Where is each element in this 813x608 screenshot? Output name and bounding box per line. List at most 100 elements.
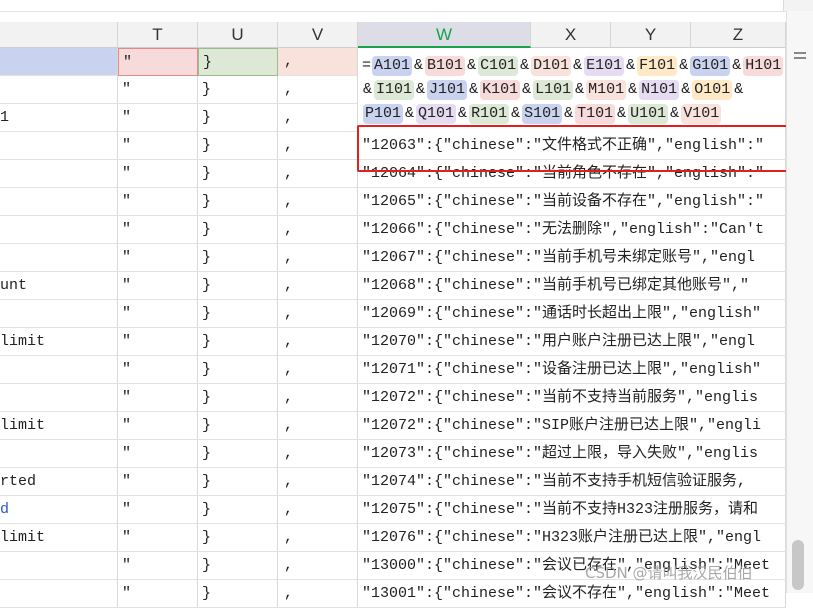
cell-t[interactable]: " xyxy=(118,524,198,552)
column-header-z[interactable]: Z xyxy=(691,22,786,48)
column-header-y[interactable]: Y xyxy=(611,22,691,48)
cell-s[interactable] xyxy=(0,580,118,608)
cell-s[interactable]: d xyxy=(0,496,118,524)
cell-s[interactable] xyxy=(0,244,118,272)
cell-u[interactable]: } xyxy=(198,76,278,104)
cell-v[interactable]: , xyxy=(278,244,358,272)
cell-t[interactable]: " xyxy=(118,412,198,440)
cell-w[interactable]: "12072":{"chinese":"当前不支持当前服务","englis xyxy=(358,384,786,412)
column-header-u[interactable]: U xyxy=(198,22,278,48)
cell-s[interactable] xyxy=(0,48,118,76)
cell-s[interactable] xyxy=(0,356,118,384)
cell-w[interactable]: "12074":{"chinese":"当前不支持手机短信验证服务, xyxy=(358,468,786,496)
cell-s[interactable]: limit xyxy=(0,328,118,356)
cell-w[interactable]: "12073":{"chinese":"超过上限，导入失败","englis xyxy=(358,440,786,468)
cell-v[interactable]: , xyxy=(278,440,358,468)
cell-w[interactable]: "12072":{"chinese":"SIP账户注册已达上限","engli xyxy=(358,412,786,440)
cell-w[interactable]: "12076":{"chinese":"H323账户注册已达上限","engl xyxy=(358,524,786,552)
formula-cell-editor[interactable]: = A101 & B101 & C101 & D101 & E101 & F101 & G101 & H101… xyxy=(358,48,786,132)
cell-w[interactable]: "12068":{"chinese":"当前手机号已绑定其他账号"," xyxy=(358,272,786,300)
column-header-t[interactable]: T xyxy=(118,22,198,48)
cell-w[interactable]: "12069":{"chinese":"通话时长超出上限","english" xyxy=(358,300,786,328)
cell-v[interactable]: , xyxy=(278,384,358,412)
cell-t[interactable]: " xyxy=(118,328,198,356)
cell-t[interactable]: " xyxy=(118,48,198,76)
column-header-s[interactable] xyxy=(0,22,118,48)
cell-v[interactable]: , xyxy=(278,468,358,496)
cell-t[interactable]: " xyxy=(118,132,198,160)
cell-v[interactable]: , xyxy=(278,76,358,104)
cell-t[interactable]: " xyxy=(118,468,198,496)
cell-t[interactable]: " xyxy=(118,440,198,468)
cell-v[interactable]: , xyxy=(278,524,358,552)
cell-t[interactable]: " xyxy=(118,552,198,580)
cell-u[interactable]: } xyxy=(198,48,278,76)
cell-u[interactable]: } xyxy=(198,412,278,440)
cell-s[interactable]: unt xyxy=(0,272,118,300)
cell-w[interactable]: "12066":{"chinese":"无法删除","english":"Can… xyxy=(358,216,786,244)
cell-u[interactable]: } xyxy=(198,160,278,188)
cell-s[interactable]: limit xyxy=(0,412,118,440)
cell-s[interactable] xyxy=(0,132,118,160)
cell-u[interactable]: } xyxy=(198,272,278,300)
column-header-v[interactable]: V xyxy=(278,22,358,48)
cell-t[interactable]: " xyxy=(118,216,198,244)
cell-v[interactable]: , xyxy=(278,412,358,440)
cell-t[interactable]: " xyxy=(118,272,198,300)
cell-t[interactable]: " xyxy=(118,384,198,412)
cell-u[interactable]: } xyxy=(198,244,278,272)
cell-s[interactable]: 1 xyxy=(0,104,118,132)
cell-w[interactable]: "12075":{"chinese":"当前不支持H323注册服务，请和 xyxy=(358,496,786,524)
cell-s[interactable]: limit xyxy=(0,524,118,552)
cell-t[interactable]: " xyxy=(118,580,198,608)
column-header-x[interactable]: X xyxy=(531,22,611,48)
cell-s[interactable] xyxy=(0,384,118,412)
cell-s[interactable]: rted xyxy=(0,468,118,496)
cell-u[interactable]: } xyxy=(198,496,278,524)
cell-u[interactable]: } xyxy=(198,328,278,356)
cell-t[interactable]: " xyxy=(118,104,198,132)
cell-u[interactable]: } xyxy=(198,552,278,580)
cell-u[interactable]: } xyxy=(198,468,278,496)
cell-u[interactable]: } xyxy=(198,132,278,160)
cell-v[interactable]: , xyxy=(278,216,358,244)
cell-s[interactable] xyxy=(0,440,118,468)
cell-s[interactable] xyxy=(0,216,118,244)
cell-v[interactable]: , xyxy=(278,132,358,160)
cell-u[interactable]: } xyxy=(198,524,278,552)
cell-w[interactable]: "12071":{"chinese":"设备注册已达上限","english" xyxy=(358,356,786,384)
cell-u[interactable]: } xyxy=(198,356,278,384)
cell-t[interactable]: " xyxy=(118,160,198,188)
cell-u[interactable]: } xyxy=(198,384,278,412)
cell-s[interactable] xyxy=(0,552,118,580)
scroll-thumb[interactable] xyxy=(792,540,804,590)
cell-u[interactable]: } xyxy=(198,580,278,608)
cell-s[interactable] xyxy=(0,160,118,188)
cell-t[interactable]: " xyxy=(118,76,198,104)
cell-s[interactable] xyxy=(0,76,118,104)
cell-s[interactable] xyxy=(0,188,118,216)
cell-v[interactable]: , xyxy=(278,496,358,524)
cell-u[interactable]: } xyxy=(198,440,278,468)
cell-u[interactable]: } xyxy=(198,188,278,216)
cell-w[interactable]: "12067":{"chinese":"当前手机号未绑定账号","engl xyxy=(358,244,786,272)
cell-u[interactable]: } xyxy=(198,300,278,328)
cell-v[interactable]: , xyxy=(278,552,358,580)
cell-t[interactable]: " xyxy=(118,188,198,216)
cell-v[interactable]: , xyxy=(278,104,358,132)
vertical-scrollbar[interactable] xyxy=(786,11,813,593)
cell-w[interactable]: "13001":{"chinese":"会议不存在","english":"Me… xyxy=(358,580,786,608)
cell-t[interactable]: " xyxy=(118,356,198,384)
cell-v[interactable]: , xyxy=(278,328,358,356)
scroll-menu-icon[interactable] xyxy=(794,52,806,54)
cell-v[interactable]: , xyxy=(278,580,358,608)
column-header-w[interactable]: W xyxy=(358,22,531,48)
cell-s[interactable] xyxy=(0,300,118,328)
cell-v[interactable]: , xyxy=(278,188,358,216)
cell-t[interactable]: " xyxy=(118,300,198,328)
cell-v[interactable]: , xyxy=(278,356,358,384)
cell-t[interactable]: " xyxy=(118,244,198,272)
cell-v[interactable]: , xyxy=(278,48,358,76)
cell-v[interactable]: , xyxy=(278,160,358,188)
cell-w[interactable]: "12065":{"chinese":"当前设备不存在","english":" xyxy=(358,188,786,216)
